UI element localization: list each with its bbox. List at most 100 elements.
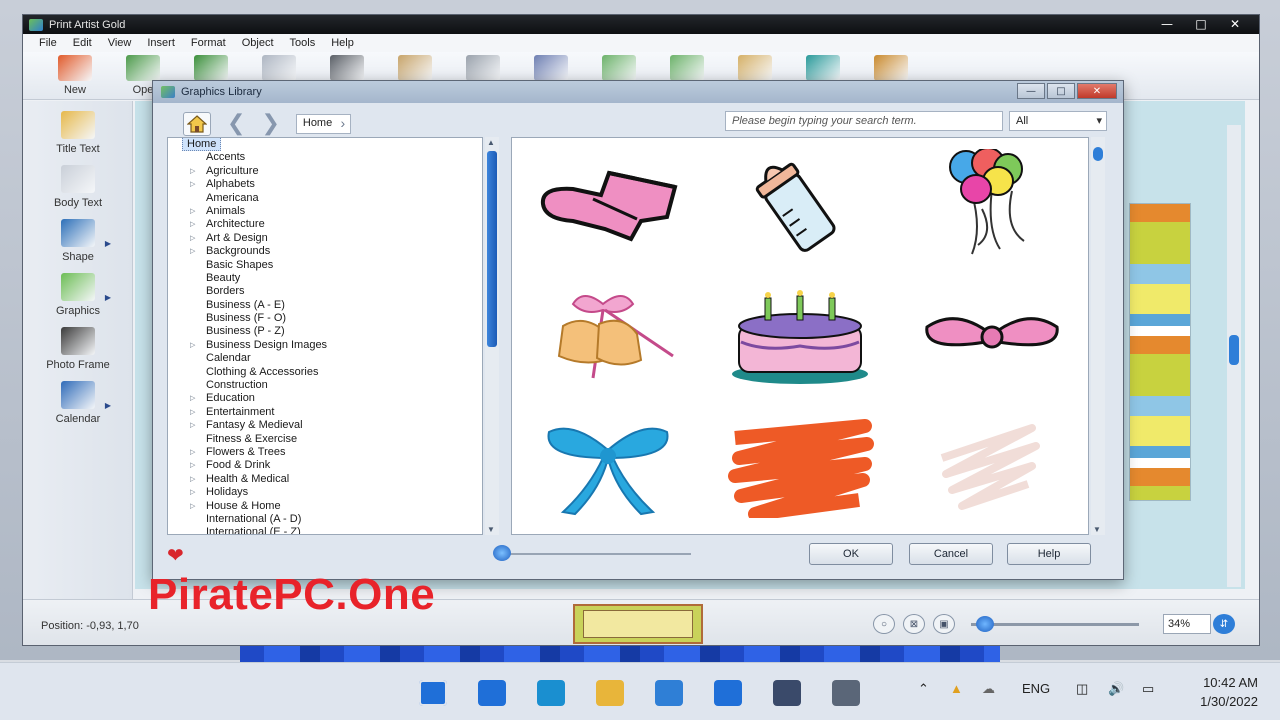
menu-help[interactable]: Help [331,37,354,49]
tree-item[interactable]: Basic Shapes [168,259,482,272]
page-thumbnail[interactable] [573,604,703,644]
tree-item[interactable]: ▷ Animals [168,205,482,218]
ok-button[interactable]: OK [809,543,893,565]
category-scroll-thumb[interactable] [487,151,497,347]
gallery-scrollbar[interactable]: ▼ [1091,137,1105,535]
graphic-birthday-cake[interactable] [704,270,896,402]
zoom-slider[interactable] [971,623,1139,626]
maximize-button[interactable]: □ [1185,15,1217,32]
tree-item[interactable]: ▷ Agriculture [168,165,482,178]
app-icon[interactable] [770,677,804,709]
expand-arrow-icon[interactable]: ▷ [190,406,195,419]
canvas-scrollbar[interactable] [1227,125,1241,587]
menu-edit[interactable]: Edit [73,37,92,49]
tree-item[interactable]: ▷ Architecture [168,218,482,231]
tree-item[interactable]: ▷ Fantasy & Medieval [168,419,482,432]
tray-chevron-icon[interactable]: ⌃ [918,681,929,697]
panel-item-shape[interactable]: Shape ▶ [23,219,133,263]
toolbar-button-1[interactable]: New [41,52,109,96]
cloud-icon[interactable]: ☁ [982,681,995,697]
back-arrow-icon[interactable]: ❮ [227,111,245,136]
help-button[interactable]: Help [1007,543,1091,565]
dialog-maximize-button[interactable]: □ [1047,83,1075,99]
graphic-balloons[interactable] [896,138,1088,270]
submenu-arrow-icon[interactable]: ▶ [105,239,111,248]
menu-file[interactable]: File [39,37,57,49]
tree-item[interactable]: ▷ Health & Medical [168,473,482,486]
mail-icon[interactable] [711,677,745,709]
panel-item-calendar[interactable]: Calendar ▶ [23,381,133,425]
tree-item[interactable]: ▷ Alphabets [168,178,482,191]
tree-item[interactable]: Accents [168,151,482,164]
menu-view[interactable]: View [108,37,132,49]
gallery-scroll-down-icon[interactable]: ▼ [1093,525,1101,534]
home-button[interactable] [183,111,211,136]
dialog-minimize-button[interactable]: — [1017,83,1045,99]
tree-item[interactable]: ▷ Flowers & Trees [168,446,482,459]
expand-arrow-icon[interactable]: ▷ [190,218,195,231]
menu-insert[interactable]: Insert [147,37,175,49]
tree-item[interactable]: ▷ Education [168,392,482,405]
expand-arrow-icon[interactable]: ▷ [190,245,195,258]
expand-arrow-icon[interactable]: ▷ [190,339,195,352]
tree-item[interactable]: ▷ Art & Design [168,232,482,245]
zoom-fit-icon[interactable]: ○ [873,614,895,634]
language-indicator[interactable]: ENG [1022,681,1050,696]
graphic-faint-scribble[interactable] [896,402,1088,534]
expand-arrow-icon[interactable]: ▷ [190,500,195,513]
scroll-up-icon[interactable]: ▲ [487,138,495,147]
settings-icon[interactable] [829,677,863,709]
tree-item[interactable]: ▷ Business Design Images [168,339,482,352]
dialog-close-button[interactable]: ✕ [1077,83,1117,99]
minimize-button[interactable]: — [1151,15,1183,32]
panel-item-graphics[interactable]: Graphics ▶ [23,273,133,317]
tree-item[interactable]: Business (P - Z) [168,325,482,338]
zoom-slider-knob[interactable] [976,616,995,632]
expand-arrow-icon[interactable]: ▷ [190,473,195,486]
expand-arrow-icon[interactable]: ▷ [190,392,195,405]
panel-item-body-text[interactable]: Body Text [23,165,133,209]
graphic-pink-booties[interactable] [512,138,704,270]
task-view-icon[interactable] [475,677,509,709]
tree-item[interactable]: Business (F - O) [168,312,482,325]
filter-dropdown[interactable]: All [1009,111,1107,131]
zoom-spin-icon[interactable]: ⇵ [1213,614,1235,634]
menu-object[interactable]: Object [242,37,274,49]
cancel-button[interactable]: Cancel [909,543,993,565]
tree-item[interactable]: International (A - D) [168,513,482,526]
tree-item[interactable]: Americana [168,192,482,205]
expand-arrow-icon[interactable]: ▷ [190,178,195,191]
tree-item[interactable]: ▷ Holidays [168,486,482,499]
clock[interactable]: 10:42 AM 1/30/2022 [1178,673,1258,711]
tree-item[interactable]: ▷ Entertainment [168,406,482,419]
volume-icon[interactable]: 🔊 [1108,681,1124,697]
tree-item[interactable]: Fitness & Exercise [168,433,482,446]
zoom-page-icon[interactable]: ⊠ [903,614,925,634]
graphic-blue-bow[interactable] [512,402,704,534]
tree-root-home[interactable]: Home [168,138,482,151]
panel-item-photo-frame[interactable]: Photo Frame [23,327,133,371]
menu-tools[interactable]: Tools [290,37,316,49]
graphic-orange-scribble[interactable] [704,402,896,534]
edge-icon[interactable] [534,677,568,709]
tree-item[interactable]: ▷ Food & Drink [168,459,482,472]
tree-item[interactable]: International (E - Z) [168,526,482,534]
security-icon[interactable]: ▲ [950,681,963,696]
zoom-width-icon[interactable]: ▣ [933,614,955,634]
expand-arrow-icon[interactable]: ▷ [190,459,195,472]
favorites-heart-icon[interactable]: ❤ [167,543,184,567]
expand-arrow-icon[interactable]: ▷ [190,205,195,218]
forward-arrow-icon[interactable]: ❯ [261,111,279,136]
expand-arrow-icon[interactable]: ▷ [190,165,195,178]
panel-item-title-text[interactable]: Title Text [23,111,133,155]
scroll-thumb[interactable] [1229,335,1239,365]
network-icon[interactable]: ◫ [1076,681,1088,697]
thumbnail-size-slider[interactable] [495,553,691,555]
tree-item[interactable]: Calendar [168,352,482,365]
search-input[interactable]: Please begin typing your search term. [725,111,1003,131]
expand-arrow-icon[interactable]: ▷ [190,446,195,459]
battery-icon[interactable]: ▭ [1142,681,1154,697]
tree-item[interactable]: Clothing & Accessories [168,366,482,379]
expand-arrow-icon[interactable]: ▷ [190,419,195,432]
windows-start-icon[interactable] [416,677,450,709]
